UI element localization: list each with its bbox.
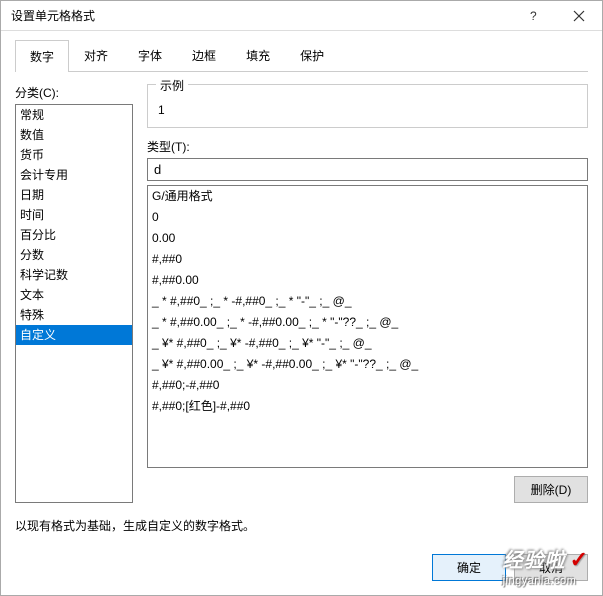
- dialog-body: 数字 对齐 字体 边框 填充 保护 分类(C): 常规 数值 货币 会计专用 日…: [1, 31, 602, 544]
- list-item[interactable]: G/通用格式: [148, 186, 587, 207]
- tab-bar: 数字 对齐 字体 边框 填充 保护: [15, 39, 588, 72]
- details-column: 示例 1 类型(T): G/通用格式 0 0.00 #,##0 #,##0.00…: [147, 84, 588, 503]
- list-item-selected[interactable]: 自定义: [16, 325, 132, 345]
- list-item[interactable]: #,##0;[红色]-#,##0: [148, 396, 587, 417]
- list-item[interactable]: 货币: [16, 145, 132, 165]
- list-item[interactable]: 0: [148, 207, 587, 228]
- dialog-title: 设置单元格格式: [11, 7, 510, 24]
- tab-protection[interactable]: 保护: [285, 39, 339, 71]
- list-item[interactable]: #,##0.00: [148, 270, 587, 291]
- sample-label: 示例: [156, 77, 188, 94]
- list-item[interactable]: _ ¥* #,##0_ ;_ ¥* -#,##0_ ;_ ¥* "-"_ ;_ …: [148, 333, 587, 354]
- titlebar: 设置单元格格式 ?: [1, 1, 602, 31]
- ok-button[interactable]: 确定: [432, 554, 506, 581]
- list-item[interactable]: 会计专用: [16, 165, 132, 185]
- list-item[interactable]: #,##0;-#,##0: [148, 375, 587, 396]
- category-listbox[interactable]: 常规 数值 货币 会计专用 日期 时间 百分比 分数 科学记数 文本 特殊 自定…: [15, 104, 133, 503]
- type-input[interactable]: [147, 158, 588, 181]
- type-label: 类型(T):: [147, 138, 588, 155]
- sample-value: 1: [158, 103, 577, 117]
- sample-groupbox: 示例 1: [147, 84, 588, 128]
- content-area: 分类(C): 常规 数值 货币 会计专用 日期 时间 百分比 分数 科学记数 文…: [15, 72, 588, 503]
- list-item[interactable]: 0.00: [148, 228, 587, 249]
- list-item[interactable]: 时间: [16, 205, 132, 225]
- format-cells-dialog: 设置单元格格式 ? 数字 对齐 字体 边框 填充 保护 分类(C): 常规 数值…: [0, 0, 603, 596]
- svg-text:?: ?: [530, 10, 537, 22]
- list-item[interactable]: 数值: [16, 125, 132, 145]
- description-text: 以现有格式为基础，生成自定义的数字格式。: [15, 517, 588, 534]
- list-item[interactable]: 百分比: [16, 225, 132, 245]
- format-listbox[interactable]: G/通用格式 0 0.00 #,##0 #,##0.00 _ * #,##0_ …: [147, 185, 588, 468]
- category-label: 分类(C):: [15, 84, 133, 101]
- tab-number[interactable]: 数字: [15, 40, 69, 72]
- tab-font[interactable]: 字体: [123, 39, 177, 71]
- list-item[interactable]: _ * #,##0_ ;_ * -#,##0_ ;_ * "-"_ ;_ @_: [148, 291, 587, 312]
- list-item[interactable]: 分数: [16, 245, 132, 265]
- list-item[interactable]: 文本: [16, 285, 132, 305]
- list-item[interactable]: _ * #,##0.00_ ;_ * -#,##0.00_ ;_ * "-"??…: [148, 312, 587, 333]
- list-item[interactable]: 科学记数: [16, 265, 132, 285]
- tab-border[interactable]: 边框: [177, 39, 231, 71]
- cancel-button[interactable]: 取消: [514, 554, 588, 581]
- tab-alignment[interactable]: 对齐: [69, 39, 123, 71]
- list-item[interactable]: 特殊: [16, 305, 132, 325]
- list-item[interactable]: #,##0: [148, 249, 587, 270]
- tab-fill[interactable]: 填充: [231, 39, 285, 71]
- close-button[interactable]: [556, 1, 602, 31]
- delete-row: 删除(D): [147, 476, 588, 503]
- list-item[interactable]: 常规: [16, 105, 132, 125]
- list-item[interactable]: _ ¥* #,##0.00_ ;_ ¥* -#,##0.00_ ;_ ¥* "-…: [148, 354, 587, 375]
- list-item[interactable]: 日期: [16, 185, 132, 205]
- dialog-footer: 确定 取消 经验啦✓ jingyanla.com: [1, 544, 602, 595]
- help-button[interactable]: ?: [510, 1, 556, 31]
- category-column: 分类(C): 常规 数值 货币 会计专用 日期 时间 百分比 分数 科学记数 文…: [15, 84, 133, 503]
- delete-button[interactable]: 删除(D): [514, 476, 588, 503]
